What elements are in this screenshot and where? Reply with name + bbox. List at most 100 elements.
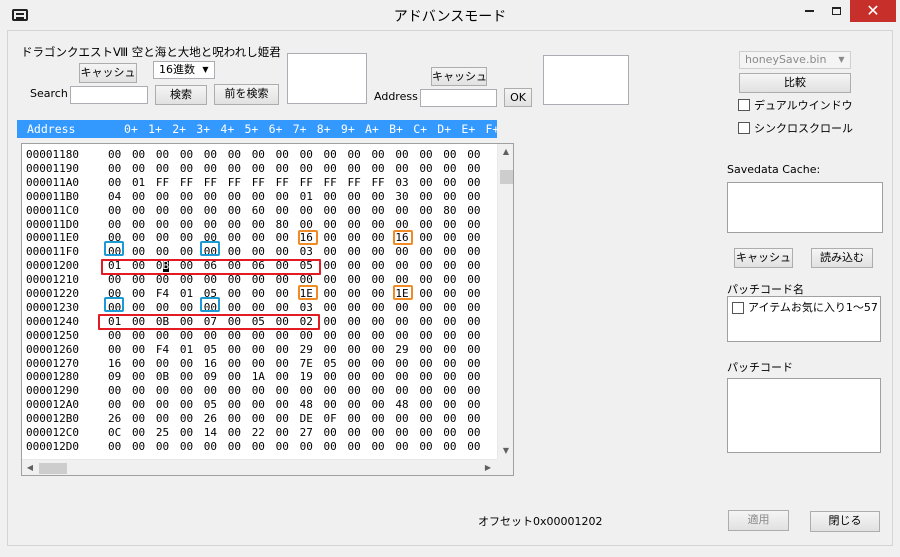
hex-byte[interactable]: 03: [395, 176, 411, 190]
hex-byte[interactable]: 00: [419, 412, 435, 426]
hex-byte[interactable]: 00: [276, 384, 292, 398]
cache-button-2[interactable]: キャッシュ: [431, 67, 487, 86]
hex-byte[interactable]: 00: [132, 218, 148, 232]
hex-byte[interactable]: 00: [204, 204, 220, 218]
hex-byte[interactable]: 00: [348, 301, 364, 315]
hex-byte[interactable]: 00: [252, 287, 268, 301]
hex-byte[interactable]: 00: [180, 440, 196, 454]
hex-byte[interactable]: 00: [132, 440, 148, 454]
hex-row[interactable]: 00001290 00 00 00 00 00 00 00 00 00 00 00 00 00 00 00 00: [22, 384, 497, 399]
hex-byte[interactable]: 00: [371, 384, 387, 398]
scroll-left-icon[interactable]: ◀: [22, 460, 38, 475]
hex-byte[interactable]: 00: [467, 343, 483, 357]
hex-byte[interactable]: 00: [228, 329, 244, 343]
hex-row[interactable]: 000012D0 00 00 00 00 00 00 00 00 00 00 00 00 00 00 00 00: [22, 440, 497, 455]
hex-byte[interactable]: 48: [395, 398, 411, 412]
hex-byte[interactable]: 00: [132, 370, 148, 384]
hex-byte[interactable]: 00: [108, 162, 124, 176]
hex-byte[interactable]: 00: [324, 148, 340, 162]
hex-byte[interactable]: 00: [276, 440, 292, 454]
hex-row[interactable]: 000011C0 00 00 00 00 00 00 60 00 00 00 00 00 00 00 80 00: [22, 204, 497, 219]
hex-byte[interactable]: 00: [371, 398, 387, 412]
hex-byte[interactable]: 00: [467, 190, 483, 204]
hex-byte[interactable]: 00: [443, 412, 459, 426]
search-button[interactable]: 検索: [155, 85, 207, 105]
hex-byte[interactable]: 00: [443, 329, 459, 343]
hex-byte[interactable]: 60: [252, 204, 268, 218]
hex-byte[interactable]: 00: [348, 412, 364, 426]
hex-byte[interactable]: 00: [371, 301, 387, 315]
hex-byte[interactable]: 00: [419, 357, 435, 371]
hex-byte[interactable]: 00: [467, 315, 483, 329]
hex-byte[interactable]: 00: [276, 190, 292, 204]
hex-byte[interactable]: 00: [132, 329, 148, 343]
hex-byte[interactable]: 00: [108, 204, 124, 218]
hex-row[interactable]: 000012B0 26 00 00 00 26 00 00 00 DE 0F 00 00 00 00 00 00: [22, 412, 497, 427]
hex-byte[interactable]: 00: [252, 357, 268, 371]
hex-byte[interactable]: 00: [228, 190, 244, 204]
file-select[interactable]: honeySave.bin ▼: [739, 51, 851, 69]
hex-byte[interactable]: 00: [132, 231, 148, 245]
hex-byte[interactable]: 00: [467, 287, 483, 301]
hex-byte[interactable]: 00: [467, 148, 483, 162]
hex-byte[interactable]: 00: [180, 329, 196, 343]
hex-byte[interactable]: 00: [395, 245, 411, 259]
hex-byte[interactable]: 00: [228, 273, 244, 287]
hex-byte[interactable]: 00: [204, 329, 220, 343]
hex-byte[interactable]: FF: [204, 176, 220, 190]
hex-byte[interactable]: 00: [108, 273, 124, 287]
hex-byte[interactable]: 00: [395, 426, 411, 440]
hex-byte[interactable]: 00: [132, 343, 148, 357]
hex-byte[interactable]: 00: [156, 329, 172, 343]
close-window-button[interactable]: ✕: [850, 0, 896, 22]
hex-byte[interactable]: 00: [467, 162, 483, 176]
hex-row[interactable]: 000011E0 00 00 00 00 00 00 00 00 16 00 00 00 16 00 00 00: [22, 231, 497, 246]
hex-byte[interactable]: 00: [180, 412, 196, 426]
hex-byte[interactable]: FF: [276, 176, 292, 190]
hex-byte[interactable]: 00: [324, 315, 340, 329]
ok-button[interactable]: OK: [504, 88, 532, 107]
hex-byte[interactable]: 00: [156, 245, 172, 259]
hex-byte[interactable]: 00: [180, 245, 196, 259]
hex-byte[interactable]: 00: [156, 273, 172, 287]
hex-byte[interactable]: 00: [132, 273, 148, 287]
hex-byte[interactable]: 00: [276, 357, 292, 371]
hex-byte[interactable]: 7E: [300, 357, 316, 371]
hex-byte[interactable]: 00: [395, 148, 411, 162]
scroll-up-icon[interactable]: ▲: [498, 144, 513, 160]
hex-byte[interactable]: 00: [395, 259, 411, 273]
hex-byte[interactable]: 00: [371, 259, 387, 273]
hex-byte[interactable]: 00: [467, 273, 483, 287]
hex-byte[interactable]: 00: [276, 162, 292, 176]
hex-byte[interactable]: 25: [156, 426, 172, 440]
hex-byte[interactable]: 00: [348, 190, 364, 204]
hex-byte[interactable]: 0C: [108, 426, 124, 440]
hex-byte[interactable]: 00: [228, 245, 244, 259]
scroll-down-icon[interactable]: ▼: [498, 443, 513, 459]
hex-byte[interactable]: 00: [228, 287, 244, 301]
hex-byte[interactable]: 00: [443, 231, 459, 245]
hex-byte[interactable]: 00: [132, 426, 148, 440]
hex-byte[interactable]: 00: [228, 343, 244, 357]
hex-byte[interactable]: 00: [252, 148, 268, 162]
hex-byte[interactable]: 00: [324, 287, 340, 301]
hex-byte[interactable]: 00: [228, 231, 244, 245]
hex-byte[interactable]: 00: [324, 190, 340, 204]
hex-byte[interactable]: 03: [300, 301, 316, 315]
hex-byte[interactable]: 00: [371, 315, 387, 329]
hex-byte[interactable]: 00: [276, 301, 292, 315]
hex-byte[interactable]: FF: [348, 176, 364, 190]
hex-byte[interactable]: 00: [276, 412, 292, 426]
hex-byte[interactable]: 00: [252, 301, 268, 315]
hex-byte[interactable]: 00: [108, 440, 124, 454]
hex-byte[interactable]: 00: [276, 329, 292, 343]
vertical-scroll-thumb[interactable]: [500, 170, 513, 184]
hex-byte[interactable]: 00: [371, 287, 387, 301]
scroll-right-icon[interactable]: ▶: [480, 460, 496, 475]
hex-byte[interactable]: 00: [276, 245, 292, 259]
hex-byte[interactable]: DE: [300, 412, 316, 426]
hex-byte[interactable]: 00: [443, 162, 459, 176]
hex-byte[interactable]: 00: [443, 301, 459, 315]
hex-byte[interactable]: 00: [228, 384, 244, 398]
hex-byte[interactable]: 00: [324, 440, 340, 454]
